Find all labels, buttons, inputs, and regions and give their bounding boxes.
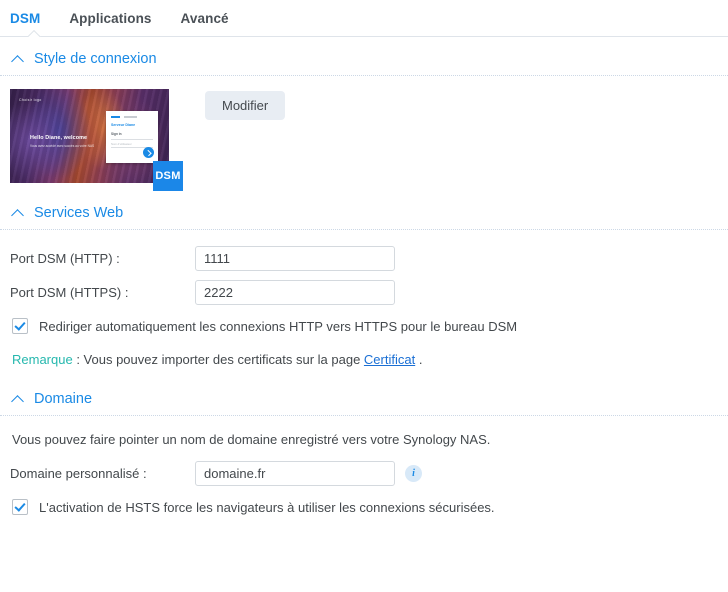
preview-card-label: Sign in — [111, 132, 122, 136]
row-redirect-https: Rediriger automatiquement les connexions… — [0, 318, 728, 334]
preview-card-tab-inactive — [124, 116, 137, 118]
certificate-note: Remarque : Vous pouvez importer des cert… — [0, 352, 728, 367]
tab-avance[interactable]: Avancé — [181, 11, 248, 26]
preview-brand-label: Choisir logo — [19, 98, 42, 102]
tab-bar: DSM Applications Avancé — [0, 0, 728, 37]
custom-domain-input[interactable] — [195, 460, 395, 486]
modify-button[interactable]: Modifier — [205, 91, 286, 120]
section-title-web-services: Services Web — [34, 205, 124, 221]
dsm-badge: DSM — [153, 161, 183, 191]
section-header-domain[interactable]: Domaine — [0, 367, 728, 415]
chevron-up-icon[interactable] — [12, 53, 25, 66]
preview-card-submit-arrow-icon — [143, 147, 154, 158]
preview-card-tabs — [111, 116, 137, 118]
section-header-login-style[interactable]: Style de connexion — [0, 37, 728, 75]
certificate-link[interactable]: Certificat — [364, 352, 415, 367]
hsts-checkbox[interactable] — [12, 499, 28, 515]
row-custom-domain: Domaine personnalisé : i — [0, 456, 728, 490]
label-custom-domain: Domaine personnalisé : — [10, 465, 147, 481]
domain-description: Vous pouvez faire pointer un nom de doma… — [12, 432, 491, 447]
row-hsts: L'activation de HSTS force les navigateu… — [0, 499, 728, 515]
section-header-web-services[interactable]: Services Web — [0, 183, 728, 229]
section-title-domain: Domaine — [34, 391, 93, 407]
divider-web-services — [0, 229, 728, 230]
note-text-before: Vous pouvez importer des certificats sur… — [83, 352, 364, 367]
hsts-label: L'activation de HSTS force les navigateu… — [39, 499, 495, 515]
preview-card-title: Serveur Diane — [111, 123, 136, 127]
info-icon[interactable]: i — [405, 464, 422, 482]
preview-greeting-subheading: Vous avez accédé avec succès au votre NA… — [30, 144, 95, 148]
redirect-https-label: Rediriger automatiquement les connexions… — [39, 318, 518, 334]
https-port-input[interactable] — [195, 279, 395, 305]
preview-card-field-line-1 — [111, 139, 153, 140]
preview-greeting-heading: Hello Diane, welcome — [30, 135, 88, 141]
note-keyword: Remarque — [12, 352, 73, 367]
preview-login-card: Serveur Diane Sign in Nom d'utilisateur — [106, 111, 158, 163]
label-http-port: Port DSM (HTTP) : — [10, 250, 120, 266]
login-preview-thumbnail[interactable]: Choisir logo Hello Diane, welcome Vous a… — [10, 89, 183, 191]
row-https-port: Port DSM (HTTPS) : — [0, 275, 728, 309]
note-text-after: . — [415, 352, 423, 367]
http-port-input[interactable] — [195, 245, 395, 271]
chevron-up-icon[interactable] — [12, 393, 25, 406]
note-separator: : — [72, 352, 84, 367]
row-http-port: Port DSM (HTTP) : — [0, 241, 728, 275]
section-title-login-style: Style de connexion — [34, 51, 157, 67]
tab-dsm[interactable]: DSM — [10, 11, 59, 26]
active-tab-indicator — [28, 30, 41, 37]
chevron-up-icon[interactable] — [12, 207, 25, 220]
login-preview-image: Choisir logo Hello Diane, welcome Vous a… — [10, 89, 169, 183]
preview-card-tab-active — [111, 116, 120, 118]
tab-applications[interactable]: Applications — [69, 11, 170, 26]
divider-domain — [0, 415, 728, 416]
label-https-port: Port DSM (HTTPS) : — [10, 284, 129, 300]
redirect-https-checkbox[interactable] — [12, 318, 28, 334]
login-style-row: Choisir logo Hello Diane, welcome Vous a… — [0, 76, 728, 191]
preview-card-placeholder: Nom d'utilisateur — [111, 142, 132, 146]
preview-greeting: Hello Diane, welcome Vous avez accédé av… — [30, 135, 114, 148]
